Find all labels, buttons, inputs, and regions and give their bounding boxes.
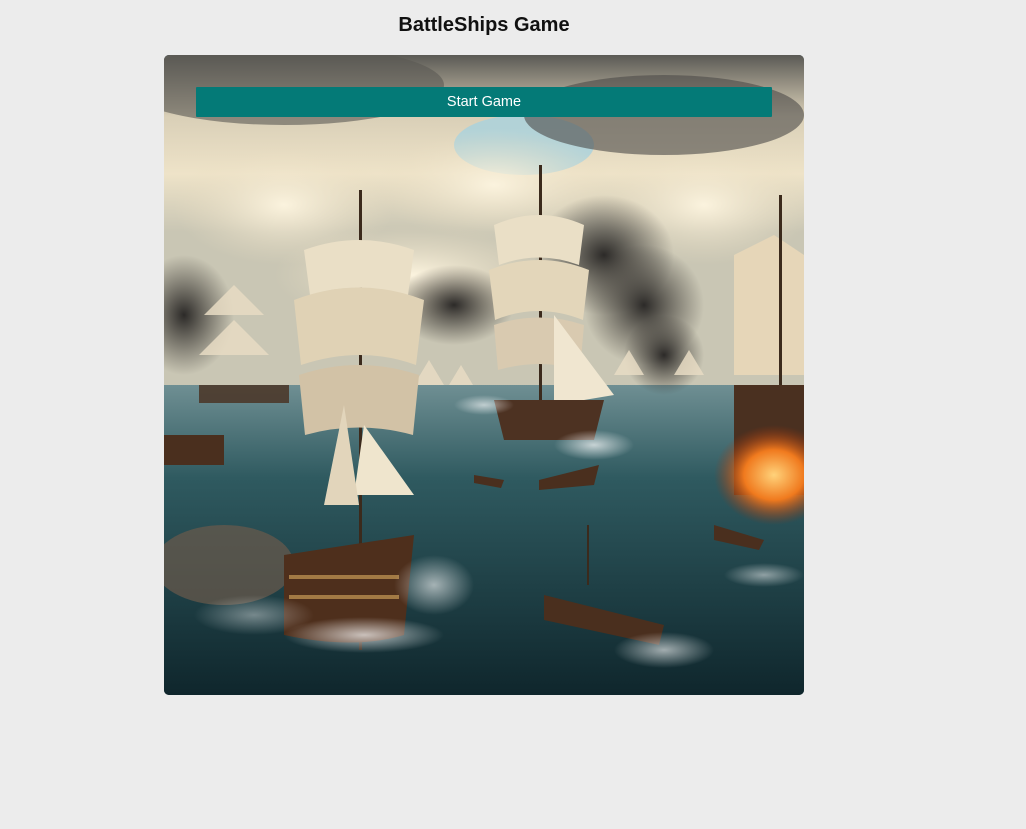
naval-battle-image (164, 55, 804, 695)
start-game-button[interactable]: Start Game (196, 87, 772, 117)
page-title: BattleShips Game (398, 14, 570, 36)
game-board: Start Game (164, 55, 804, 695)
